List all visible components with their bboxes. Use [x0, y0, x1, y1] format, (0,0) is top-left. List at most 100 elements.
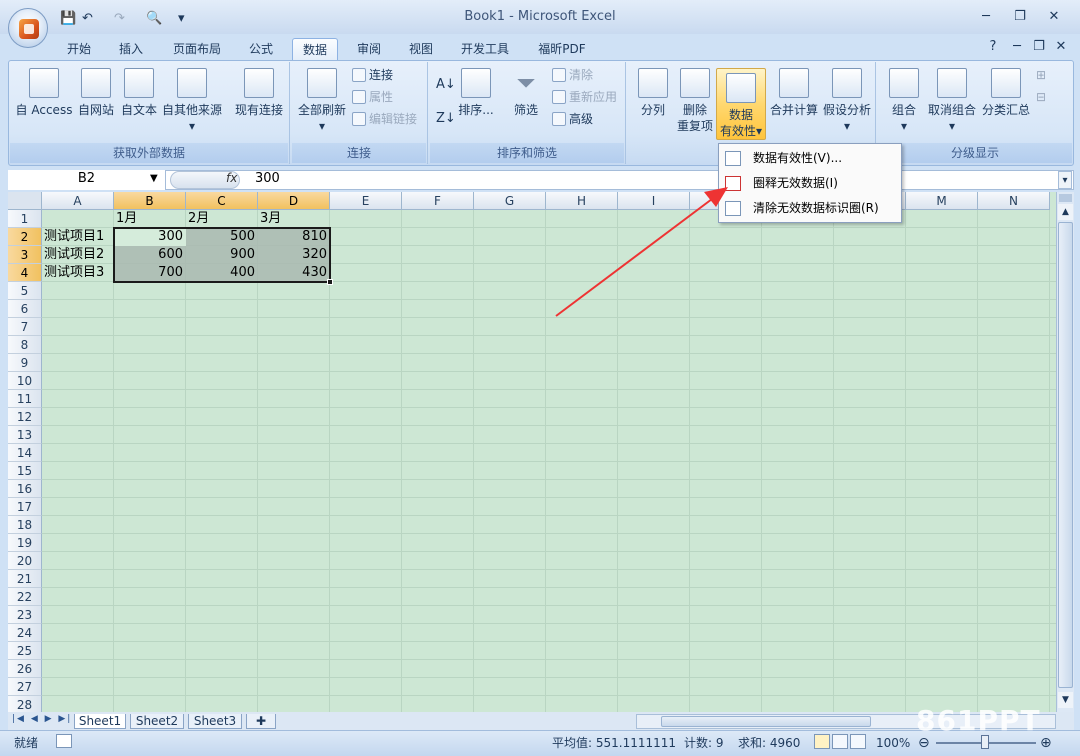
remove-duplicates-button[interactable]: 删除 重复项 — [674, 68, 716, 134]
hide-detail-icon[interactable]: ⊟ — [1036, 88, 1046, 106]
page-break-view-icon[interactable] — [850, 734, 866, 749]
normal-view-icon[interactable] — [814, 734, 830, 749]
row-header-28[interactable]: 28 — [8, 696, 42, 712]
column-header-a[interactable]: A — [42, 192, 114, 210]
clear-button[interactable]: 清除 — [552, 66, 593, 84]
hscroll-thumb[interactable] — [661, 716, 871, 727]
row-header-20[interactable]: 20 — [8, 552, 42, 570]
tab-developer[interactable]: 开发工具 — [452, 38, 518, 60]
cell-d4[interactable]: 430 — [258, 264, 330, 282]
column-header-g[interactable]: G — [474, 192, 546, 210]
cell-d2[interactable]: 810 — [258, 228, 330, 246]
row-header-7[interactable]: 7 — [8, 318, 42, 336]
page-layout-view-icon[interactable] — [832, 734, 848, 749]
cell-c2[interactable]: 500 — [186, 228, 258, 246]
cell-b3[interactable]: 600 — [114, 246, 186, 264]
tab-insert[interactable]: 插入 — [110, 38, 152, 60]
close-button[interactable]: ✕ — [1041, 8, 1067, 26]
tab-page-layout[interactable]: 页面布局 — [166, 38, 228, 60]
cell-a2[interactable]: 测试项目1 — [44, 228, 104, 246]
zoom-slider-thumb[interactable] — [981, 735, 989, 749]
tab-formulas[interactable]: 公式 — [240, 38, 282, 60]
row-header-24[interactable]: 24 — [8, 624, 42, 642]
row-header-14[interactable]: 14 — [8, 444, 42, 462]
tab-foxit-pdf[interactable]: 福昕PDF — [530, 38, 594, 60]
column-header-d[interactable]: D — [258, 192, 330, 210]
sort-az-icon[interactable]: A↓ — [436, 76, 456, 94]
row-header-4[interactable]: 4 — [8, 264, 42, 282]
row-header-15[interactable]: 15 — [8, 462, 42, 480]
scroll-down-icon[interactable]: ▼ — [1058, 692, 1073, 708]
row-header-1[interactable]: 1 — [8, 210, 42, 228]
cell-b4[interactable]: 700 — [114, 264, 186, 282]
office-button[interactable] — [8, 8, 48, 48]
row-header-17[interactable]: 17 — [8, 498, 42, 516]
from-web-button[interactable]: 自网站 — [74, 68, 118, 118]
zoom-level[interactable]: 100% — [876, 735, 910, 751]
column-header-n[interactable]: N — [978, 192, 1050, 210]
cell-d3[interactable]: 320 — [258, 246, 330, 264]
tab-review[interactable]: 审阅 — [348, 38, 390, 60]
cell-b1[interactable]: 1月 — [116, 210, 137, 228]
macro-record-icon[interactable] — [56, 734, 72, 748]
row-header-19[interactable]: 19 — [8, 534, 42, 552]
column-header-f[interactable]: F — [402, 192, 474, 210]
tab-data[interactable]: 数据 — [292, 38, 338, 60]
reapply-button[interactable]: 重新应用 — [552, 88, 617, 106]
restore-button[interactable]: ❐ — [1007, 8, 1033, 26]
tab-home[interactable]: 开始 — [58, 38, 100, 60]
row-header-16[interactable]: 16 — [8, 480, 42, 498]
vertical-scrollbar[interactable]: ▲ ▼ — [1056, 192, 1074, 712]
row-header-11[interactable]: 11 — [8, 390, 42, 408]
scroll-thumb[interactable] — [1058, 222, 1073, 688]
expand-formula-bar-icon[interactable]: ▾ — [1058, 171, 1072, 189]
split-box[interactable] — [1059, 194, 1072, 202]
row-header-6[interactable]: 6 — [8, 300, 42, 318]
show-detail-icon[interactable]: ⊞ — [1036, 66, 1046, 84]
sheet-nav-icon[interactable]: |◀ ◀ ▶ ▶| — [12, 714, 72, 724]
column-header-m[interactable]: M — [906, 192, 978, 210]
properties-button[interactable]: 属性 — [352, 88, 393, 106]
cell-c3[interactable]: 900 — [186, 246, 258, 264]
zoom-in-icon[interactable]: ⊕ — [1040, 735, 1052, 751]
column-header-c[interactable]: C — [186, 192, 258, 210]
cell-d1[interactable]: 3月 — [260, 210, 281, 228]
row-header-3[interactable]: 3 — [8, 246, 42, 264]
advanced-button[interactable]: 高级 — [552, 110, 593, 128]
from-other-sources-button[interactable]: 自其他来源 ▾ — [160, 68, 224, 134]
row-header-9[interactable]: 9 — [8, 354, 42, 372]
worksheet-grid[interactable]: ABCDEFGHIJKLMN 1234567891011121314151617… — [8, 192, 1056, 712]
help-icon[interactable]: ? — [982, 38, 1004, 56]
select-all-corner[interactable] — [8, 192, 42, 210]
insert-sheet-icon[interactable]: ✚ — [246, 714, 276, 729]
sort-za-icon[interactable]: Z↓ — [436, 110, 456, 128]
filter-button[interactable]: ⏷ 筛选 — [506, 68, 546, 118]
row-header-8[interactable]: 8 — [8, 336, 42, 354]
scroll-up-icon[interactable]: ▲ — [1058, 204, 1073, 220]
row-header-5[interactable]: 5 — [8, 282, 42, 300]
name-box[interactable]: B2 ▼ — [8, 170, 166, 190]
row-header-2[interactable]: 2 — [8, 228, 42, 246]
text-to-columns-button[interactable]: 分列 — [632, 68, 674, 118]
what-if-analysis-button[interactable]: 假设分析 ▾ — [820, 68, 874, 134]
from-text-button[interactable]: 自文本 — [118, 68, 160, 118]
consolidate-button[interactable]: 合并计算 — [768, 68, 820, 118]
sort-button[interactable]: 排序... — [456, 68, 496, 118]
workbook-close-button[interactable]: ✕ — [1050, 38, 1072, 56]
group-button[interactable]: 组合 ▾ — [884, 68, 924, 134]
row-header-18[interactable]: 18 — [8, 516, 42, 534]
cell-c4[interactable]: 400 — [186, 264, 258, 282]
row-header-21[interactable]: 21 — [8, 570, 42, 588]
row-header-22[interactable]: 22 — [8, 588, 42, 606]
row-header-12[interactable]: 12 — [8, 408, 42, 426]
row-header-27[interactable]: 27 — [8, 678, 42, 696]
existing-connections-button[interactable]: 现有连接 — [230, 68, 288, 118]
formula-input[interactable]: 300 — [255, 171, 280, 186]
data-validation-button[interactable]: 数据 有效性▾ — [716, 68, 766, 140]
cell-a3[interactable]: 测试项目2 — [44, 246, 104, 264]
zoom-out-icon[interactable]: ⊖ — [918, 735, 930, 751]
insert-function-icon[interactable]: fx — [226, 171, 237, 185]
sheet-tab-2[interactable]: Sheet2 — [130, 714, 184, 729]
workbook-restore-button[interactable]: ❐ — [1028, 38, 1050, 56]
minimize-button[interactable]: ─ — [973, 8, 999, 26]
